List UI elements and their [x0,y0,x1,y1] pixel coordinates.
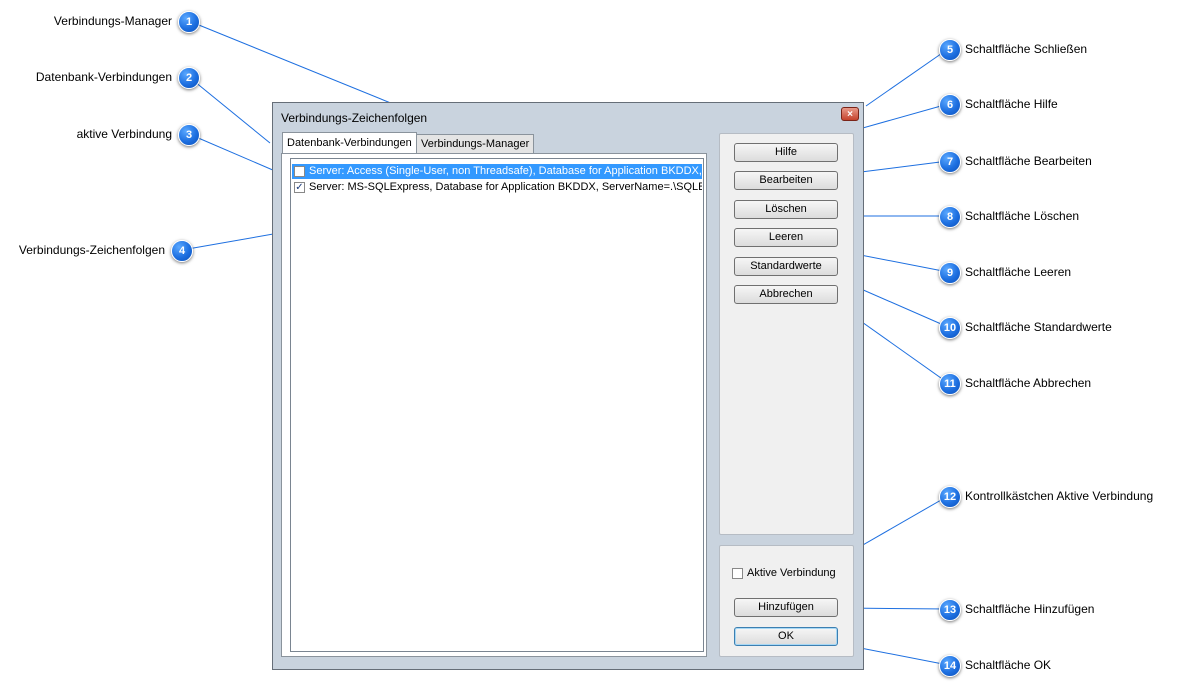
callout-label-2: Datenbank-Verbindungen [35,70,172,84]
callout-badge-7: 7 [939,151,961,173]
add-button[interactable]: Hinzufügen [734,598,838,617]
callout-badge-12: 12 [939,486,961,508]
callout-label-14: Schaltfläche OK [965,658,1052,672]
active-connection-label: Aktive Verbindung [747,567,836,579]
ok-button[interactable]: OK [734,627,838,646]
callout-badge-3: 3 [178,124,200,146]
callout-badge-1: 1 [178,11,200,33]
callout-label-10: Schaltfläche Standardwerte [965,320,1112,334]
close-button[interactable]: × [841,107,859,121]
callout-label-9: Schaltfläche Leeren [965,265,1072,279]
connection-strings-dialog: Verbindungs-Zeichenfolgen × Datenbank-Ve… [272,102,864,670]
callout-badge-14: 14 [939,655,961,677]
callout-badge-13: 13 [939,599,961,621]
callout-label-12: Kontrollkästchen Aktive Verbindung [965,489,1154,503]
callout-badge-4: 4 [171,240,193,262]
tab-connection-manager[interactable]: Verbindungs-Manager [416,134,535,153]
callout-badge-2: 2 [178,67,200,89]
callout-label-7: Schaltfläche Bearbeiten [965,154,1092,168]
active-connection-checkbox[interactable] [732,568,743,579]
connection-checkbox-checked[interactable]: ✓ [294,182,305,193]
callout-badge-8: 8 [939,206,961,228]
callout-label-3: aktive Verbindung [76,127,172,141]
callout-label-1: Verbindungs-Manager [53,14,172,28]
action-button-group: Hilfe Bearbeiten Löschen Leeren Standard… [719,133,854,535]
close-icon: × [847,109,853,120]
callout-label-5: Schaltfläche Schließen [965,42,1088,56]
callout-badge-9: 9 [939,262,961,284]
callout-label-11: Schaltfläche Abbrechen [965,376,1092,390]
list-item-connection[interactable]: Server: Access (Single-User, non Threads… [292,164,702,179]
cancel-button[interactable]: Abbrechen [734,285,838,304]
callout-label-6: Schaltfläche Hilfe [965,97,1058,111]
callout-badge-10: 10 [939,317,961,339]
connection-checkbox[interactable] [294,166,305,177]
bottom-button-group: Aktive Verbindung Hinzufügen OK [719,545,854,657]
callout-label-8: Schaltfläche Löschen [965,209,1080,223]
callout-badge-6: 6 [939,94,961,116]
list-item-connection[interactable]: ✓ Server: MS-SQLExpress, Database for Ap… [292,180,702,195]
callout-label-13: Schaltfläche Hinzufügen [965,602,1095,616]
clear-button[interactable]: Leeren [734,228,838,247]
connection-text: Server: Access (Single-User, non Threads… [309,165,702,177]
tab-panel-database-connections: Server: Access (Single-User, non Threads… [281,153,707,657]
checkmark-icon: ✓ [295,182,304,193]
tab-database-connections[interactable]: Datenbank-Verbindungen [282,132,417,153]
connection-strings-list[interactable]: Server: Access (Single-User, non Threads… [290,158,704,652]
delete-button[interactable]: Löschen [734,200,838,219]
callout-badge-5: 5 [939,39,961,61]
edit-button[interactable]: Bearbeiten [734,171,838,190]
dialog-title: Verbindungs-Zeichenfolgen [281,111,428,125]
connection-text: Server: MS-SQLExpress, Database for Appl… [309,181,702,193]
help-button[interactable]: Hilfe [734,143,838,162]
callout-badge-11: 11 [939,373,961,395]
callout-label-4: Verbindungs-Zeichenfolgen [18,243,165,257]
defaults-button[interactable]: Standardwerte [734,257,838,276]
